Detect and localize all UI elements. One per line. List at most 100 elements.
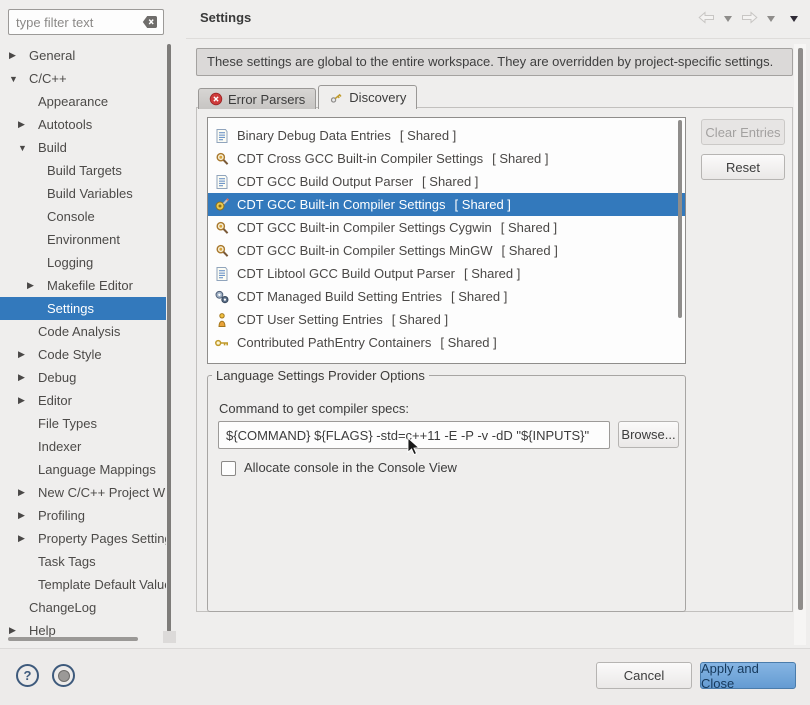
provider-name: CDT Libtool GCC Build Output Parser: [237, 266, 455, 281]
provider-item-cdt-gcc-built-in-compiler-settings[interactable]: CDT GCC Built-in Compiler Settings[ Shar…: [208, 193, 685, 216]
tree-item-label: Code Analysis: [38, 324, 120, 339]
view-menu-icon[interactable]: [790, 16, 798, 22]
tree-item-file-types[interactable]: File Types: [0, 412, 166, 435]
provider-name: CDT GCC Built-in Compiler Settings MinGW: [237, 243, 492, 258]
chevron-expanded-icon[interactable]: ▼: [17, 143, 38, 153]
page-title: Settings: [200, 10, 251, 25]
provider-name: CDT User Setting Entries: [237, 312, 383, 327]
provider-item-cdt-gcc-built-in-compiler-settings-mingw[interactable]: CDT GCC Built-in Compiler Settings MinGW…: [208, 239, 685, 262]
forward-history-dropdown-icon[interactable]: [767, 16, 775, 22]
main-scrollbar-thumb[interactable]: [798, 48, 803, 610]
tree-item-changelog[interactable]: ChangeLog: [0, 596, 166, 619]
provider-list-scrollbar[interactable]: [678, 120, 682, 318]
shared-tag: [ Shared ]: [501, 220, 557, 235]
tree-item-label: C/C++: [29, 71, 67, 86]
tree-item-profiling[interactable]: ▶Profiling: [0, 504, 166, 527]
compiler-settings-icon: [214, 197, 230, 213]
tree-item-template-default-value[interactable]: Template Default Value: [0, 573, 166, 596]
tree-item-label: Task Tags: [38, 554, 96, 569]
tree-item-general[interactable]: ▶General: [0, 44, 166, 67]
chevron-collapsed-icon[interactable]: ▶: [17, 119, 38, 130]
recorder-button[interactable]: [52, 664, 75, 687]
chevron-collapsed-icon[interactable]: ▶: [17, 395, 38, 406]
tree-item-property-pages-settings[interactable]: ▶Property Pages Settings: [0, 527, 166, 550]
tree-item-build[interactable]: ▼Build: [0, 136, 166, 159]
provider-item-contributed-pathentry-containers[interactable]: Contributed PathEntry Containers[ Shared…: [208, 331, 685, 354]
help-button[interactable]: ?: [16, 664, 39, 687]
reset-button[interactable]: Reset: [701, 154, 785, 180]
back-history-dropdown-icon[interactable]: [724, 16, 732, 22]
tree-item-new-c-c-project-wiza[interactable]: ▶New C/C++ Project Wiza: [0, 481, 166, 504]
command-label: Command to get compiler specs:: [219, 401, 409, 416]
provider-item-cdt-cross-gcc-built-in-compiler-settings[interactable]: CDT Cross GCC Built-in Compiler Settings…: [208, 147, 685, 170]
back-icon[interactable]: [698, 11, 715, 27]
gears-icon: [214, 289, 230, 305]
tree-item-build-variables[interactable]: Build Variables: [0, 182, 166, 205]
provider-item-cdt-user-setting-entries[interactable]: CDT User Setting Entries [ Shared ]: [208, 308, 685, 331]
help-icon: ?: [24, 668, 32, 683]
tree-item-build-targets[interactable]: Build Targets: [0, 159, 166, 182]
chevron-collapsed-icon[interactable]: ▶: [17, 533, 38, 544]
chevron-collapsed-icon[interactable]: ▶: [26, 280, 47, 291]
chevron-collapsed-icon[interactable]: ▶: [8, 50, 29, 61]
cancel-button[interactable]: Cancel: [596, 662, 692, 689]
clear-entries-button[interactable]: Clear Entries: [701, 119, 785, 145]
tab-error-parsers[interactable]: Error Parsers: [198, 88, 316, 109]
chevron-expanded-icon[interactable]: ▼: [8, 74, 29, 84]
tree-item-label: Logging: [47, 255, 93, 270]
tree-item-autotools[interactable]: ▶Autotools: [0, 113, 166, 136]
tree-item-label: Profiling: [38, 508, 85, 523]
shared-tag: [ Shared ]: [464, 266, 520, 281]
tree-horizontal-scrollbar[interactable]: [8, 637, 138, 641]
tree-item-logging[interactable]: Logging: [0, 251, 166, 274]
tree-item-appearance[interactable]: Appearance: [0, 90, 166, 113]
tree-item-label: Autotools: [38, 117, 92, 132]
tree-item-c-c[interactable]: ▼C/C++: [0, 67, 166, 90]
preferences-tree: ▶General▼C/C++Appearance▶Autotools▼Build…: [0, 44, 166, 642]
tree-item-indexer[interactable]: Indexer: [0, 435, 166, 458]
tree-item-language-mappings[interactable]: Language Mappings: [0, 458, 166, 481]
tree-item-code-style[interactable]: ▶Code Style: [0, 343, 166, 366]
tab-discovery[interactable]: Discovery: [318, 85, 417, 109]
provider-name: CDT GCC Built-in Compiler Settings Cygwi…: [237, 220, 492, 235]
shared-tag: [ Shared ]: [392, 312, 448, 327]
tree-item-task-tags[interactable]: Task Tags: [0, 550, 166, 573]
provider-item-cdt-managed-build-setting-entries[interactable]: CDT Managed Build Setting Entries[ Share…: [208, 285, 685, 308]
scrollbar-corner: [163, 631, 176, 643]
chevron-collapsed-icon[interactable]: ▶: [17, 372, 38, 383]
tree-item-debug[interactable]: ▶Debug: [0, 366, 166, 389]
allocate-console-checkbox[interactable]: [221, 461, 236, 476]
provider-item-cdt-gcc-built-in-compiler-settings-cygwin[interactable]: CDT GCC Built-in Compiler Settings Cygwi…: [208, 216, 685, 239]
provider-item-binary-debug-data-entries[interactable]: Binary Debug Data Entries[ Shared ]: [208, 124, 685, 147]
provider-item-cdt-gcc-build-output-parser[interactable]: CDT GCC Build Output Parser[ Shared ]: [208, 170, 685, 193]
chevron-collapsed-icon[interactable]: ▶: [17, 349, 38, 360]
tab-bar: Error Parsers Discovery: [198, 85, 417, 109]
chevron-collapsed-icon[interactable]: ▶: [17, 510, 38, 521]
magnifier-icon: [214, 243, 230, 259]
tree-vertical-scrollbar[interactable]: [167, 44, 171, 632]
browse-button[interactable]: Browse...: [618, 421, 679, 448]
clear-filter-icon[interactable]: [142, 15, 158, 29]
tree-item-console[interactable]: Console: [0, 205, 166, 228]
tab-label: Discovery: [349, 90, 406, 105]
chevron-collapsed-icon[interactable]: ▶: [8, 625, 29, 636]
tree-item-environment[interactable]: Environment: [0, 228, 166, 251]
magnifier-icon: [214, 220, 230, 236]
tree-item-settings[interactable]: Settings: [0, 297, 166, 320]
apply-and-close-button[interactable]: Apply and Close: [700, 662, 796, 689]
tree-item-label: Editor: [38, 393, 72, 408]
chevron-collapsed-icon[interactable]: ▶: [17, 487, 38, 498]
tree-item-editor[interactable]: ▶Editor: [0, 389, 166, 412]
user-icon: [214, 312, 230, 328]
group-title: Language Settings Provider Options: [212, 368, 429, 383]
tree-item-code-analysis[interactable]: Code Analysis: [0, 320, 166, 343]
tree-item-label: Makefile Editor: [47, 278, 133, 293]
provider-name: Contributed PathEntry Containers: [237, 335, 431, 350]
tree-item-label: Console: [47, 209, 95, 224]
filter-input[interactable]: [8, 9, 164, 35]
forward-icon[interactable]: [741, 11, 758, 27]
tree-item-makefile-editor[interactable]: ▶Makefile Editor: [0, 274, 166, 297]
provider-item-cdt-libtool-gcc-build-output-parser[interactable]: CDT Libtool GCC Build Output Parser [ Sha…: [208, 262, 685, 285]
tree-item-label: Indexer: [38, 439, 81, 454]
shared-tag: [ Shared ]: [400, 128, 456, 143]
